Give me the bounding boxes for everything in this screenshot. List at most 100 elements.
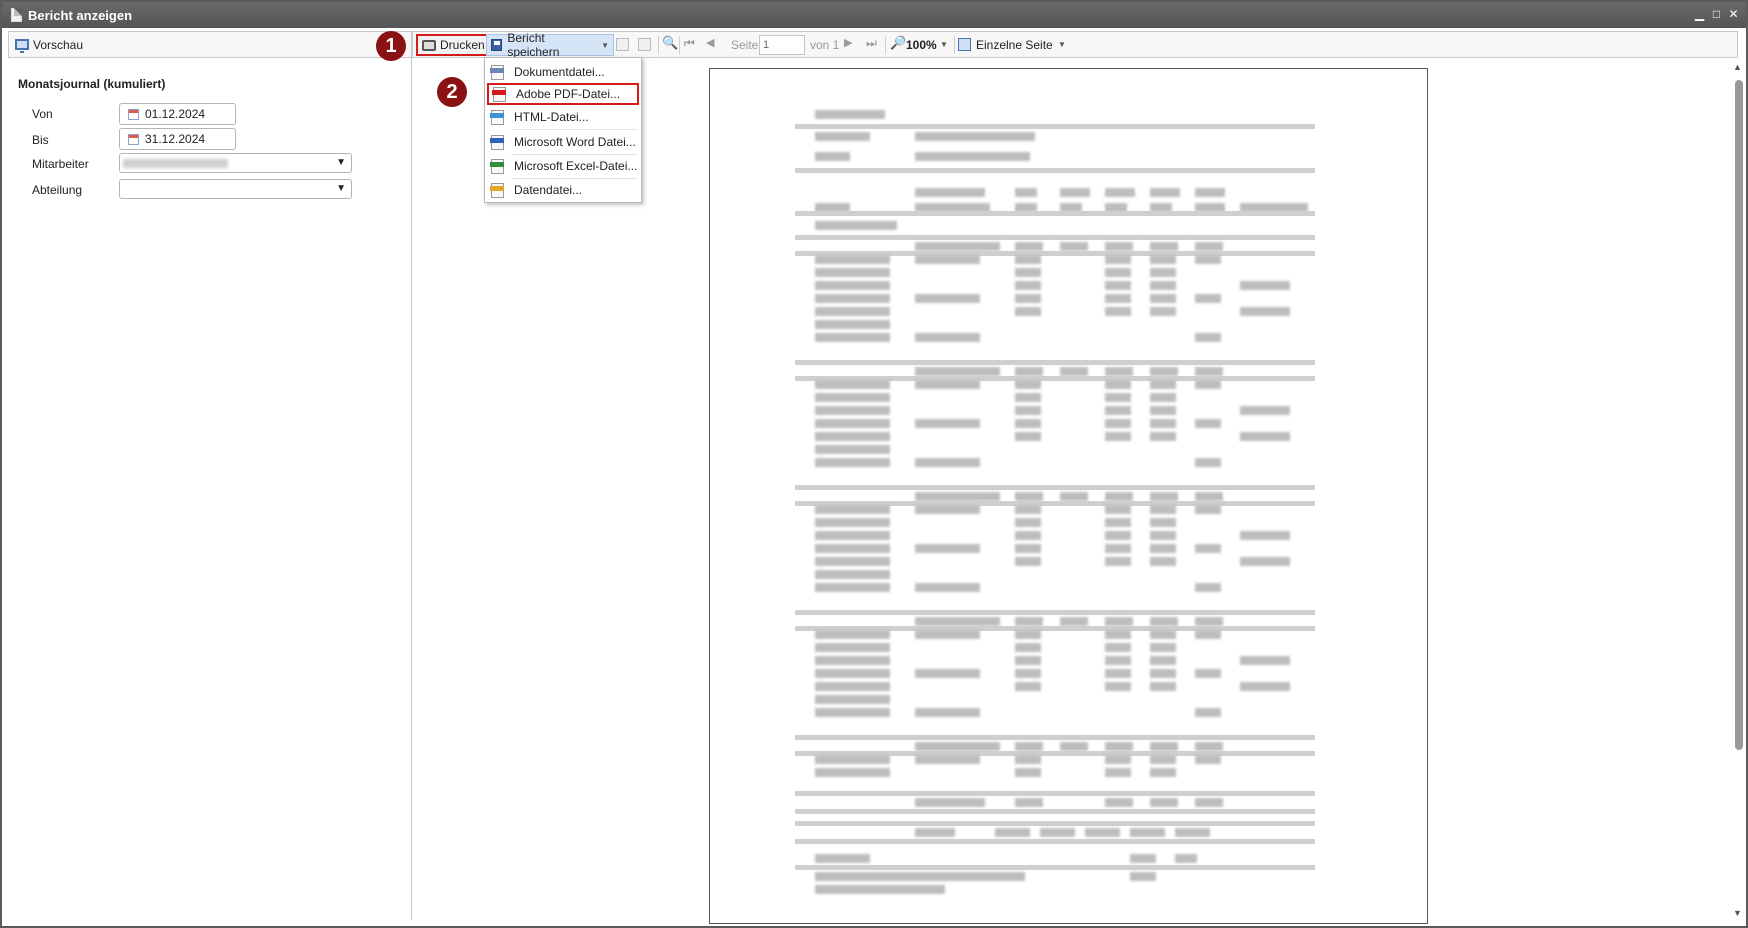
redacted-text (815, 583, 890, 592)
redacted-text (1150, 281, 1176, 290)
first-page-icon[interactable]: ⏮ (684, 36, 697, 50)
next-page-icon[interactable]: ▶ (844, 36, 857, 49)
redacted-text (1015, 630, 1041, 639)
redacted-text (815, 885, 945, 894)
scrollbar-thumb[interactable] (1735, 80, 1743, 750)
minimize-button[interactable]: ▁ (1693, 6, 1706, 22)
redacted-text (915, 132, 1035, 141)
redacted-text (915, 492, 1000, 501)
scroll-down-icon[interactable]: ▼ (1733, 908, 1742, 918)
redacted-text (1015, 255, 1041, 264)
menu-item-label: Adobe PDF-Datei... (516, 87, 621, 101)
dropdown-arrow-icon[interactable]: ▼ (336, 183, 346, 194)
redacted-text (1085, 828, 1120, 837)
document-file-icon (490, 64, 504, 80)
redacted-text (815, 656, 890, 665)
page-rule (795, 791, 1315, 796)
redacted-text (915, 505, 980, 514)
chevron-down-icon[interactable]: ▼ (1058, 40, 1066, 49)
menu-item-data-file[interactable]: Datendatei... (487, 179, 639, 201)
redacted-text (915, 755, 980, 764)
zoom-level[interactable]: 100% (906, 38, 937, 52)
toolbar-divider (658, 36, 659, 54)
page-rule (795, 124, 1315, 129)
redacted-text (1060, 742, 1088, 751)
date-field-bis[interactable]: 31.12.2024 (119, 128, 236, 150)
data-file-icon (490, 182, 504, 198)
preview-button[interactable]: Vorschau (33, 38, 83, 52)
redacted-text (1015, 281, 1041, 290)
redacted-text (1150, 798, 1178, 807)
page-rule (795, 821, 1315, 826)
copy-icon[interactable] (638, 38, 651, 51)
menu-item-document-file[interactable]: Dokumentdatei... (487, 61, 639, 83)
save-report-button[interactable]: Bericht speichern ▼ (486, 31, 614, 59)
calendar-icon[interactable] (128, 108, 139, 120)
redacted-text (1150, 432, 1176, 441)
menu-item-word-file[interactable]: Microsoft Word Datei... (487, 131, 639, 153)
redacted-text (1240, 682, 1290, 691)
redacted-text (1105, 630, 1131, 639)
redacted-text (1105, 242, 1133, 251)
redacted-text (1195, 583, 1221, 592)
redacted-text (1015, 544, 1041, 553)
redacted-text (815, 110, 885, 119)
redacted-text (1015, 367, 1043, 376)
redacted-text (1015, 768, 1041, 777)
step-marker-2: 2 (437, 77, 467, 107)
redacted-text (815, 132, 870, 141)
monitor-icon (15, 39, 29, 53)
export-icon[interactable] (616, 38, 629, 51)
previous-page-icon[interactable]: ◀ (706, 36, 719, 49)
menu-item-pdf-file[interactable]: Adobe PDF-Datei... (487, 83, 639, 105)
calendar-icon[interactable] (128, 133, 139, 145)
menu-item-label: Dokumentdatei... (514, 65, 605, 79)
redacted-text (1150, 294, 1176, 303)
redacted-text (1195, 419, 1221, 428)
chevron-down-icon[interactable]: ▼ (940, 40, 948, 49)
last-page-icon[interactable]: ⏭ (866, 36, 879, 50)
window-title: Bericht anzeigen (28, 7, 133, 23)
close-button[interactable]: ✕ (1727, 6, 1740, 22)
find-binoculars-icon[interactable]: 🔍 (662, 35, 678, 50)
redacted-text (1150, 656, 1176, 665)
redacted-text (1150, 643, 1176, 652)
redacted-text (1105, 617, 1133, 626)
redacted-text (1150, 505, 1176, 514)
date-field-von[interactable]: 01.12.2024 (119, 103, 236, 125)
scroll-up-icon[interactable]: ▲ (1733, 62, 1742, 72)
redacted-text (915, 458, 980, 467)
redacted-text (1240, 557, 1290, 566)
redacted-text (815, 531, 890, 540)
redacted-text (1015, 307, 1041, 316)
print-button[interactable]: Drucken (416, 34, 491, 56)
vertical-scrollbar[interactable]: ▲ ▼ (1732, 60, 1746, 920)
param-label-von: Von (32, 107, 53, 121)
redacted-text (1040, 828, 1075, 837)
page-rule (795, 809, 1315, 814)
redacted-employee-name (123, 159, 228, 168)
menu-item-html-file[interactable]: HTML-Datei... (487, 106, 639, 128)
redacted-text (1195, 333, 1221, 342)
employee-select[interactable]: ▼ (119, 153, 352, 173)
maximize-button[interactable]: □ (1710, 6, 1723, 22)
redacted-text (815, 255, 890, 264)
redacted-text (1150, 742, 1178, 751)
redacted-text (815, 294, 890, 303)
department-select[interactable]: ▼ (119, 179, 352, 199)
html-file-icon (490, 109, 504, 125)
redacted-text (1105, 188, 1135, 197)
title-bar: Bericht anzeigen ▁ □ ✕ (2, 2, 1746, 28)
redacted-text (1105, 682, 1131, 691)
redacted-text (1015, 268, 1041, 277)
dropdown-arrow-icon[interactable]: ▼ (336, 157, 346, 168)
redacted-text (1195, 544, 1221, 553)
menu-item-excel-file[interactable]: Microsoft Excel-Datei... (487, 155, 639, 177)
redacted-text (1105, 255, 1131, 264)
zoom-icon[interactable]: 🔎 (890, 35, 906, 50)
view-mode-select[interactable]: Einzelne Seite (976, 38, 1053, 52)
redacted-text (815, 393, 890, 402)
page-number-input[interactable] (759, 35, 805, 55)
redacted-text (1105, 656, 1131, 665)
redacted-text (1150, 630, 1176, 639)
